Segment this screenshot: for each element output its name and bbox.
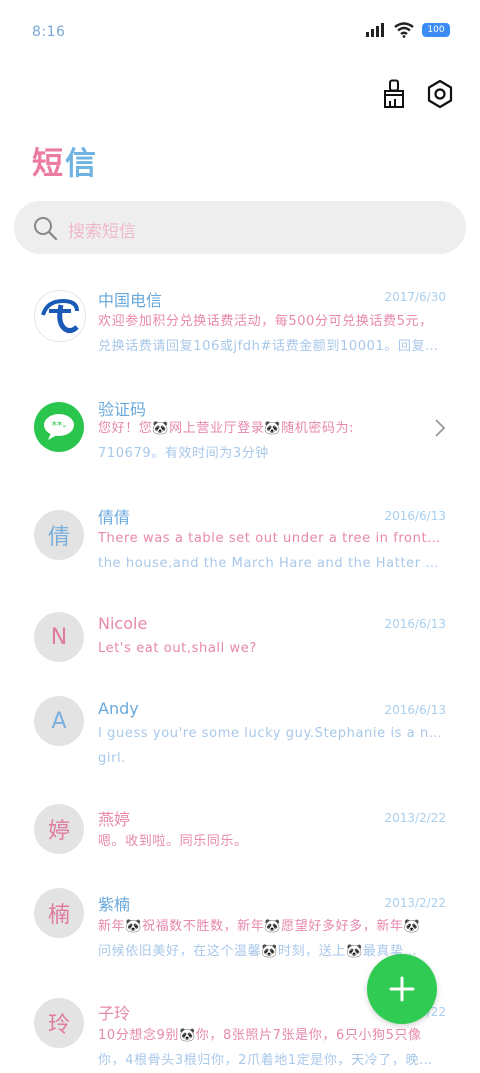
- status-icons: 100: [366, 22, 450, 38]
- chevron-right-icon[interactable]: [434, 418, 446, 438]
- brush-icon: [384, 79, 404, 108]
- cellular-signal-icon: [366, 23, 384, 37]
- contact-name: Nicole: [98, 614, 148, 633]
- message-date: 2013/2/22: [384, 896, 446, 910]
- avatar: 玲: [34, 998, 84, 1048]
- clean-brush-button[interactable]: [380, 78, 408, 110]
- contact-name: 紫楠: [98, 895, 131, 914]
- message-date: 2016/6/13: [384, 509, 446, 523]
- china-telecom-logo: [34, 290, 86, 342]
- page-title: 短信: [32, 138, 98, 183]
- contact-name: Andy: [98, 699, 139, 718]
- avatar: N: [34, 612, 84, 662]
- message-preview-line1: Let's eat out,shall we?: [98, 641, 257, 656]
- message-preview-line1: I guess you're some lucky guy.Stephanie …: [98, 726, 444, 741]
- contact-name: 燕婷: [98, 810, 131, 829]
- contact-name: 子玲: [98, 1004, 131, 1023]
- message-date: 2013/2/22: [384, 811, 446, 825]
- message-preview-line2: 兑换话费请回复106或jfdh#话费金额到10001。回复…: [98, 339, 439, 354]
- search-bar[interactable]: 搜索短信: [14, 201, 466, 254]
- title-part-1: 短: [32, 146, 65, 182]
- message-date: 2016/6/13: [384, 703, 446, 717]
- contact-name: 中国电信: [98, 291, 163, 310]
- battery-icon: 100: [422, 23, 450, 37]
- message-preview-line1: 10分想念9别🐼你，8张照片7张是你，6只小狗5只像: [98, 1028, 422, 1043]
- new-message-button[interactable]: [367, 954, 437, 1024]
- message-preview-line2: the house,and the March Hare and the Hat…: [98, 556, 444, 571]
- avatar: 倩: [34, 510, 84, 560]
- contact-name: 倩倩: [98, 508, 131, 527]
- wifi-icon: [394, 22, 414, 38]
- settings-button[interactable]: [426, 78, 454, 110]
- avatar: 婷: [34, 804, 84, 854]
- message-preview-line1: 欢迎参加积分兑换话费活动，每500分可兑换话费5元，: [98, 314, 433, 329]
- message-date: 2017/6/30: [384, 290, 446, 304]
- message-date: 2016/6/13: [384, 617, 446, 631]
- battery-level: 100: [427, 25, 445, 35]
- avatar: A: [34, 696, 84, 746]
- search-placeholder: 搜索短信: [68, 222, 136, 242]
- message-preview-line1: 新年🐼祝福数不胜数，新年🐼愿望好多好多，新年🐼: [98, 919, 421, 934]
- top-actions: [380, 78, 454, 110]
- status-time: 8:16: [32, 24, 66, 40]
- settings-hexagon-icon: [427, 79, 453, 109]
- message-preview-line1: There was a table set out under a tree i…: [98, 531, 444, 546]
- svg-text:**-: **-: [52, 419, 67, 432]
- message-preview-line2: girl.: [98, 751, 126, 766]
- message-preview-line2: 你，4根骨头3根归你，2爪着地1定是你，天冷了，晚…: [98, 1053, 433, 1068]
- message-preview-line1: 嗯。收到啦。同乐同乐。: [98, 834, 248, 849]
- message-preview-line1: 您好！您🐼网上营业厅登录🐼随机密码为:: [98, 421, 355, 436]
- title-part-2: 信: [65, 146, 98, 182]
- status-bar: 8:16 100: [0, 0, 480, 66]
- search-icon: [34, 217, 58, 241]
- message-bubble-icon: **-: [34, 402, 84, 452]
- message-preview-line2: 710679。有效时间为3分钟: [98, 446, 269, 461]
- plus-icon: [389, 976, 415, 1002]
- avatar: 楠: [34, 888, 84, 938]
